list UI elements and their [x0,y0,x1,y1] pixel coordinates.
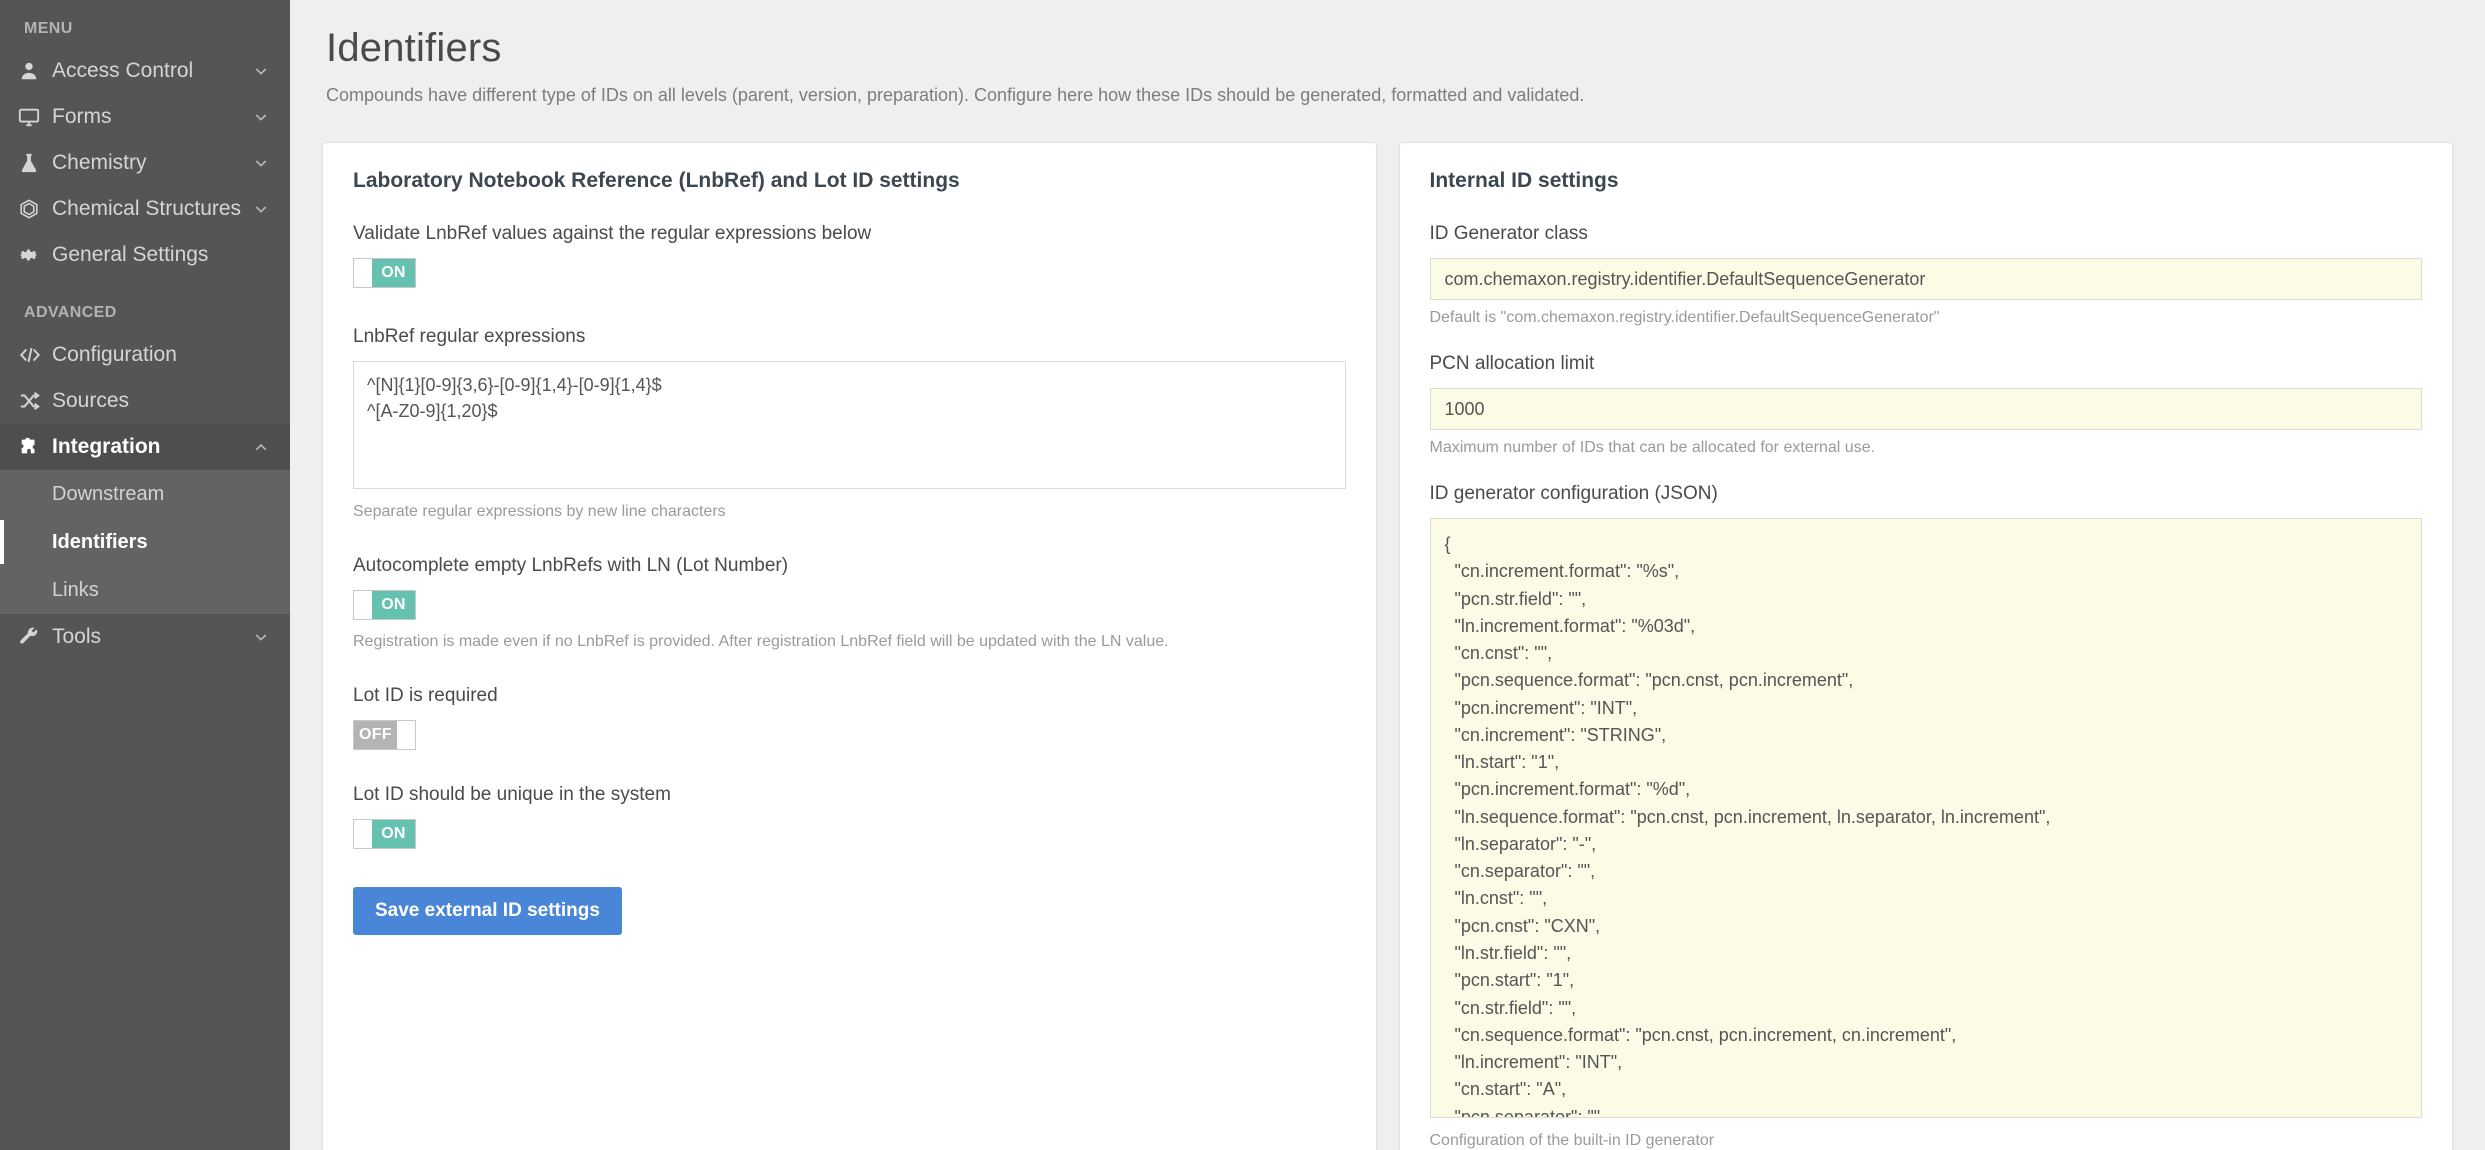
sidebar-item-label: Tools [52,625,102,648]
sidebar-item-label: Configuration [52,343,177,366]
validate-lnbref-label: Validate LnbRef values against the regul… [353,223,872,244]
toggle-state-label: ON [372,259,415,287]
pcn-allocation-limit-input[interactable] [1429,388,2422,430]
wrench-icon [18,626,52,648]
sidebar-section-menu-label: MENU [24,20,73,37]
lnbref-regex-helper: Separate regular expressions by new line… [353,503,726,520]
lnbref-regex-textarea[interactable] [353,361,1346,489]
sidebar-section-advanced-label: ADVANCED [24,304,117,321]
sidebar-item-access-control[interactable]: Access Control [0,48,290,94]
chevron-down-icon [250,201,272,217]
app-root: MENU Access Control Forms Chemistry Chem… [0,0,2485,1150]
lot-id-required-toggle[interactable]: OFF [353,720,416,750]
sidebar-item-chemical-structures[interactable]: Chemical Structures [0,186,290,232]
validate-lnbref-toggle[interactable]: ON [353,258,416,288]
sidebar-item-forms[interactable]: Forms [0,94,290,140]
toggle-state-label: ON [372,591,415,619]
pcn-allocation-limit-label: PCN allocation limit [1429,353,1595,374]
save-external-id-settings-button[interactable]: Save external ID settings [353,887,622,935]
internal-id-settings-card: Internal ID settings ID Generator class … [1398,142,2453,1150]
sidebar-item-chemistry[interactable]: Chemistry [0,140,290,186]
toggle-state-label: ON [372,820,415,848]
sidebar-item-identifiers[interactable]: Identifiers [0,518,290,566]
chevron-down-icon [250,155,272,171]
card-title: Laboratory Notebook Reference (LnbRef) a… [353,169,960,192]
main-content: Identifiers Compounds have different typ… [290,0,2485,1150]
puzzle-icon [18,436,52,458]
autocomplete-lnbref-label: Autocomplete empty LnbRefs with LN (Lot … [353,555,789,576]
lot-id-unique-toggle[interactable]: ON [353,819,416,849]
chevron-down-icon [250,63,272,79]
sidebar-item-label: General Settings [52,243,209,266]
sidebar: MENU Access Control Forms Chemistry Chem… [0,0,290,1150]
sidebar-item-downstream[interactable]: Downstream [0,470,290,518]
benzene-ring-icon [18,198,52,220]
sidebar-item-sources[interactable]: Sources [0,378,290,424]
sidebar-item-tools[interactable]: Tools [0,614,290,660]
sidebar-subitem-label: Identifiers [52,530,148,553]
id-generator-json-helper: Configuration of the built-in ID generat… [1429,1132,1715,1149]
chevron-down-icon [250,629,272,645]
sidebar-item-label: Chemical Structures [52,197,242,220]
sidebar-subitem-label: Downstream [52,482,165,505]
page-subtitle: Compounds have different type of IDs on … [326,85,1585,105]
sidebar-item-label: Chemistry [52,151,147,174]
pcn-allocation-limit-helper: Maximum number of IDs that can be alloca… [1429,439,1876,456]
gear-icon [18,244,52,266]
toggle-knob [397,721,415,749]
toggle-knob [354,591,372,619]
toggle-knob [354,820,372,848]
code-icon [18,344,52,366]
lnbref-regex-label: LnbRef regular expressions [353,326,586,347]
card-title: Internal ID settings [1429,169,1619,192]
id-generator-json-label: ID generator configuration (JSON) [1429,483,1718,504]
sidebar-item-integration[interactable]: Integration [0,424,290,470]
toggle-knob [354,259,372,287]
sidebar-item-links[interactable]: Links [0,566,290,614]
cards-container: Laboratory Notebook Reference (LnbRef) a… [322,142,2453,1150]
id-generator-class-input[interactable] [1429,258,2422,300]
monitor-icon [18,106,52,128]
sidebar-item-label: Integration [52,435,161,458]
chevron-down-icon [250,109,272,125]
page-title: Identifiers [326,26,502,70]
sidebar-subnav-integration: Downstream Identifiers Links [0,470,290,614]
sidebar-item-label: Forms [52,105,112,128]
id-generator-json-textarea[interactable] [1429,518,2422,1118]
id-generator-class-helper: Default is "com.chemaxon.registry.identi… [1429,309,1940,326]
lot-id-required-label: Lot ID is required [353,685,498,706]
sidebar-item-configuration[interactable]: Configuration [0,332,290,378]
chevron-up-icon [250,439,272,455]
autocomplete-lnbref-toggle[interactable]: ON [353,590,416,620]
sidebar-item-label: Sources [52,389,130,412]
external-id-settings-card: Laboratory Notebook Reference (LnbRef) a… [322,142,1377,1150]
lot-id-unique-label: Lot ID should be unique in the system [353,784,671,805]
user-icon [18,60,52,82]
sidebar-item-label: Access Control [52,59,194,82]
shuffle-icon [18,390,52,412]
sidebar-item-general-settings[interactable]: General Settings [0,232,290,278]
flask-icon [18,152,52,174]
sidebar-subitem-label: Links [52,578,99,601]
autocomplete-lnbref-helper: Registration is made even if no LnbRef i… [353,633,1169,650]
toggle-state-label: OFF [354,721,397,749]
id-generator-class-label: ID Generator class [1429,223,1588,244]
